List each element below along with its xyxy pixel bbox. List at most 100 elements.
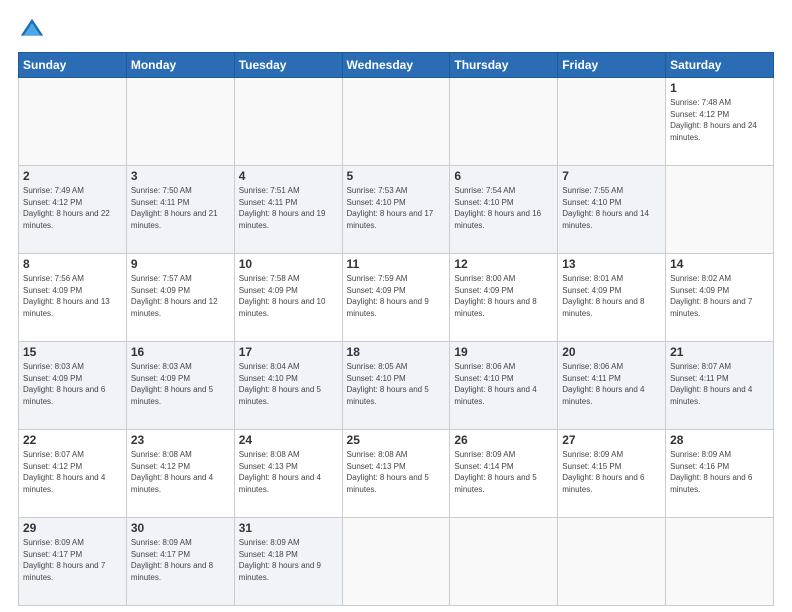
- day-info: Sunrise: 7:53 AMSunset: 4:10 PMDaylight:…: [347, 185, 446, 231]
- day-number: 19: [454, 345, 553, 359]
- day-info: Sunrise: 8:03 AMSunset: 4:09 PMDaylight:…: [23, 361, 122, 407]
- calendar-week-5: 29 Sunrise: 8:09 AMSunset: 4:17 PMDayligh…: [19, 518, 774, 606]
- day-number: 15: [23, 345, 122, 359]
- day-number: 28: [670, 433, 769, 447]
- day-number: 8: [23, 257, 122, 271]
- day-header-monday: Monday: [126, 53, 234, 78]
- calendar-cell: 24 Sunrise: 8:08 AMSunset: 4:13 PMDayligh…: [234, 430, 342, 518]
- day-number: 29: [23, 521, 122, 535]
- calendar-cell: 6Sunrise: 7:54 AMSunset: 4:10 PMDaylight…: [450, 166, 558, 254]
- calendar-header: SundayMondayTuesdayWednesdayThursdayFrid…: [19, 53, 774, 78]
- day-number: 23: [131, 433, 230, 447]
- calendar-cell: 2Sunrise: 7:49 AMSunset: 4:12 PMDaylight…: [19, 166, 127, 254]
- day-info: Sunrise: 7:59 AMSunset: 4:09 PMDaylight:…: [347, 273, 446, 319]
- day-header-wednesday: Wednesday: [342, 53, 450, 78]
- day-info: Sunrise: 8:07 AMSunset: 4:12 PMDaylight:…: [23, 449, 122, 495]
- calendar-cell: 13 Sunrise: 8:01 AMSunset: 4:09 PMDayligh…: [558, 254, 666, 342]
- day-number: 4: [239, 169, 338, 183]
- day-number: 18: [347, 345, 446, 359]
- day-number: 7: [562, 169, 661, 183]
- calendar-cell: 4 Sunrise: 7:51 AMSunset: 4:11 PMDaylight…: [234, 166, 342, 254]
- calendar-table: SundayMondayTuesdayWednesdayThursdayFrid…: [18, 52, 774, 606]
- calendar-cell: 20 Sunrise: 8:06 AMSunset: 4:11 PMDayligh…: [558, 342, 666, 430]
- calendar-cell: [342, 518, 450, 606]
- day-info: Sunrise: 7:54 AMSunset: 4:10 PMDaylight:…: [454, 185, 553, 231]
- day-number: 5: [347, 169, 446, 183]
- calendar-cell: 26 Sunrise: 8:09 AMSunset: 4:14 PMDayligh…: [450, 430, 558, 518]
- calendar-cell: 9Sunrise: 7:57 AMSunset: 4:09 PMDaylight…: [126, 254, 234, 342]
- day-number: 14: [670, 257, 769, 271]
- calendar-cell: 8 Sunrise: 7:56 AMSunset: 4:09 PMDaylight…: [19, 254, 127, 342]
- day-info: Sunrise: 7:55 AMSunset: 4:10 PMDaylight:…: [562, 185, 661, 231]
- calendar-cell: 28 Sunrise: 8:09 AMSunset: 4:16 PMDayligh…: [666, 430, 774, 518]
- day-info: Sunrise: 8:09 AMSunset: 4:17 PMDaylight:…: [131, 537, 230, 583]
- calendar-cell: 16Sunrise: 8:03 AMSunset: 4:09 PMDayligh…: [126, 342, 234, 430]
- calendar-cell: 3 Sunrise: 7:50 AMSunset: 4:11 PMDaylight…: [126, 166, 234, 254]
- day-header-friday: Friday: [558, 53, 666, 78]
- day-number: 13: [562, 257, 661, 271]
- day-info: Sunrise: 8:07 AMSunset: 4:11 PMDaylight:…: [670, 361, 769, 407]
- day-info: Sunrise: 8:09 AMSunset: 4:16 PMDaylight:…: [670, 449, 769, 495]
- calendar-cell: [666, 166, 774, 254]
- calendar-cell: 11 Sunrise: 7:59 AMSunset: 4:09 PMDayligh…: [342, 254, 450, 342]
- calendar-cell: 1 Sunrise: 7:48 AMSunset: 4:12 PMDaylight…: [666, 78, 774, 166]
- calendar-cell: [450, 78, 558, 166]
- day-number: 3: [131, 169, 230, 183]
- calendar-cell: [126, 78, 234, 166]
- day-number: 30: [131, 521, 230, 535]
- calendar-cell: [19, 78, 127, 166]
- calendar-cell: 31Sunrise: 8:09 AMSunset: 4:18 PMDayligh…: [234, 518, 342, 606]
- calendar-cell: 22Sunrise: 8:07 AMSunset: 4:12 PMDayligh…: [19, 430, 127, 518]
- calendar-cell: 7 Sunrise: 7:55 AMSunset: 4:10 PMDaylight…: [558, 166, 666, 254]
- calendar-cell: [666, 518, 774, 606]
- day-info: Sunrise: 8:05 AMSunset: 4:10 PMDaylight:…: [347, 361, 446, 407]
- calendar-body: 1 Sunrise: 7:48 AMSunset: 4:12 PMDaylight…: [19, 78, 774, 606]
- calendar-cell: 27Sunrise: 8:09 AMSunset: 4:15 PMDayligh…: [558, 430, 666, 518]
- day-info: Sunrise: 7:48 AMSunset: 4:12 PMDaylight:…: [670, 97, 769, 143]
- calendar-cell: 23 Sunrise: 8:08 AMSunset: 4:12 PMDayligh…: [126, 430, 234, 518]
- logo-icon: [18, 16, 46, 44]
- day-info: Sunrise: 7:51 AMSunset: 4:11 PMDaylight:…: [239, 185, 338, 231]
- day-info: Sunrise: 8:09 AMSunset: 4:14 PMDaylight:…: [454, 449, 553, 495]
- day-info: Sunrise: 8:06 AMSunset: 4:11 PMDaylight:…: [562, 361, 661, 407]
- calendar-week-3: 15 Sunrise: 8:03 AMSunset: 4:09 PMDayligh…: [19, 342, 774, 430]
- calendar-cell: 21Sunrise: 8:07 AMSunset: 4:11 PMDayligh…: [666, 342, 774, 430]
- calendar-cell: [234, 78, 342, 166]
- calendar-cell: [450, 518, 558, 606]
- day-number: 9: [131, 257, 230, 271]
- day-info: Sunrise: 8:04 AMSunset: 4:10 PMDaylight:…: [239, 361, 338, 407]
- day-info: Sunrise: 7:50 AMSunset: 4:11 PMDaylight:…: [131, 185, 230, 231]
- day-number: 11: [347, 257, 446, 271]
- day-number: 26: [454, 433, 553, 447]
- day-number: 20: [562, 345, 661, 359]
- day-number: 2: [23, 169, 122, 183]
- calendar-cell: 10Sunrise: 7:58 AMSunset: 4:09 PMDayligh…: [234, 254, 342, 342]
- calendar-cell: 12 Sunrise: 8:00 AMSunset: 4:09 PMDayligh…: [450, 254, 558, 342]
- day-info: Sunrise: 8:09 AMSunset: 4:18 PMDaylight:…: [239, 537, 338, 583]
- day-info: Sunrise: 8:00 AMSunset: 4:09 PMDaylight:…: [454, 273, 553, 319]
- day-header-sunday: Sunday: [19, 53, 127, 78]
- page: SundayMondayTuesdayWednesdayThursdayFrid…: [0, 0, 792, 612]
- day-header-saturday: Saturday: [666, 53, 774, 78]
- day-info: Sunrise: 8:08 AMSunset: 4:13 PMDaylight:…: [239, 449, 338, 495]
- day-info: Sunrise: 8:02 AMSunset: 4:09 PMDaylight:…: [670, 273, 769, 319]
- calendar-week-4: 22Sunrise: 8:07 AMSunset: 4:12 PMDayligh…: [19, 430, 774, 518]
- calendar-cell: [558, 78, 666, 166]
- calendar-week-2: 8 Sunrise: 7:56 AMSunset: 4:09 PMDaylight…: [19, 254, 774, 342]
- day-number: 25: [347, 433, 446, 447]
- day-info: Sunrise: 8:01 AMSunset: 4:09 PMDaylight:…: [562, 273, 661, 319]
- calendar-week-1: 2Sunrise: 7:49 AMSunset: 4:12 PMDaylight…: [19, 166, 774, 254]
- calendar-week-0: 1 Sunrise: 7:48 AMSunset: 4:12 PMDaylight…: [19, 78, 774, 166]
- day-info: Sunrise: 8:08 AMSunset: 4:12 PMDaylight:…: [131, 449, 230, 495]
- calendar-cell: 17Sunrise: 8:04 AMSunset: 4:10 PMDayligh…: [234, 342, 342, 430]
- day-header-thursday: Thursday: [450, 53, 558, 78]
- calendar-cell: [342, 78, 450, 166]
- day-number: 10: [239, 257, 338, 271]
- day-info: Sunrise: 7:56 AMSunset: 4:09 PMDaylight:…: [23, 273, 122, 319]
- day-number: 24: [239, 433, 338, 447]
- calendar-cell: 19Sunrise: 8:06 AMSunset: 4:10 PMDayligh…: [450, 342, 558, 430]
- calendar-cell: 5 Sunrise: 7:53 AMSunset: 4:10 PMDaylight…: [342, 166, 450, 254]
- day-number: 12: [454, 257, 553, 271]
- day-number: 1: [670, 81, 769, 95]
- day-info: Sunrise: 8:09 AMSunset: 4:17 PMDaylight:…: [23, 537, 122, 583]
